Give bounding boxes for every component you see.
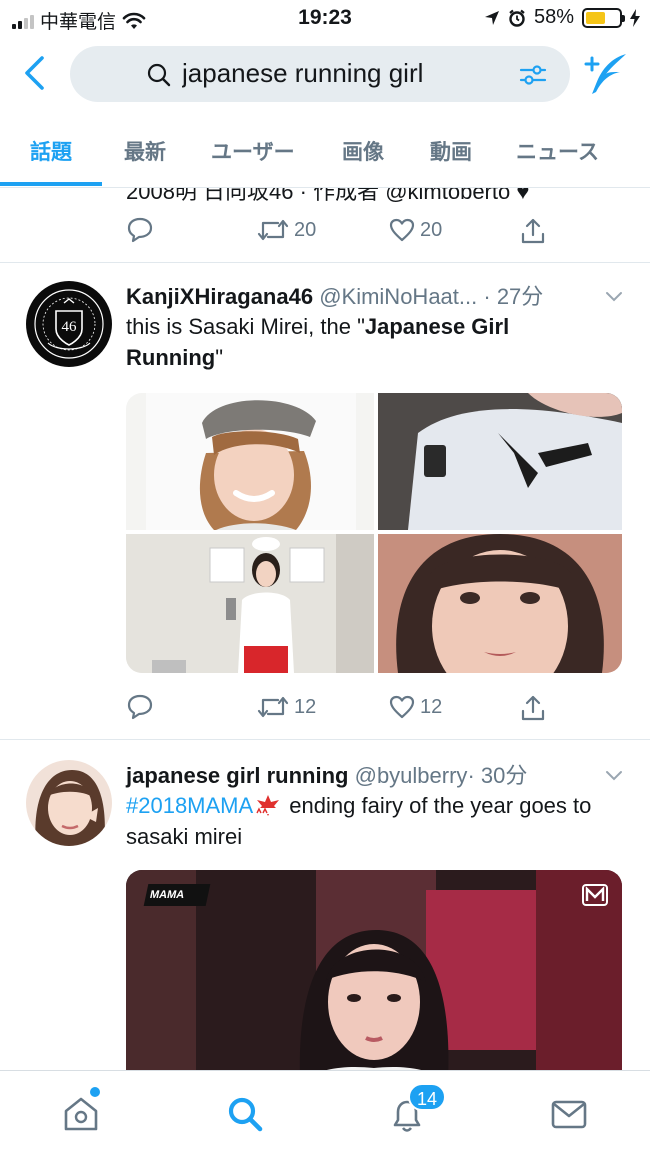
- retweet-button[interactable]: 20: [256, 216, 316, 244]
- status-bar: 中華電信 19:23 58%: [0, 0, 650, 36]
- portrait-photo: [146, 393, 356, 530]
- reply-button[interactable]: [126, 216, 154, 244]
- user-handle[interactable]: @KimiNoHaat...: [319, 284, 477, 309]
- tweet-text: this is Sasaki Mirei, the "Japanese Girl…: [126, 311, 596, 373]
- photo[interactable]: [378, 393, 622, 530]
- tweet-divider: [0, 739, 650, 740]
- kitchen-photo: [126, 534, 374, 673]
- tab-latest[interactable]: 最新: [124, 136, 166, 166]
- avatar[interactable]: 46: [26, 281, 112, 367]
- user-handle[interactable]: @byulberry: [355, 763, 468, 788]
- share-button[interactable]: [518, 216, 548, 246]
- search-icon: [147, 63, 171, 87]
- share-icon: [521, 695, 545, 721]
- share-button[interactable]: [518, 693, 548, 723]
- display-name[interactable]: KanjiXHiragana46: [126, 284, 313, 309]
- photo[interactable]: [378, 534, 622, 673]
- tweet-video[interactable]: MAMA: [126, 870, 622, 1070]
- retweet-count: 12: [294, 695, 317, 718]
- tab-news[interactable]: ニュース: [516, 136, 599, 166]
- avatar[interactable]: [26, 760, 112, 846]
- notification-badge: 14: [408, 1083, 446, 1111]
- search-filter-icon[interactable]: [518, 60, 548, 90]
- mail-icon[interactable]: [548, 1093, 590, 1135]
- retweet-icon: [257, 219, 289, 241]
- like-button[interactable]: 12: [388, 693, 442, 721]
- search-header: [0, 42, 650, 106]
- tweet-header: KanjiXHiragana46 @KimiNoHaat... · 27分: [126, 279, 626, 311]
- back-button[interactable]: [16, 50, 56, 96]
- search-input[interactable]: [182, 58, 512, 89]
- reply-button[interactable]: [126, 693, 154, 721]
- battery-fill: [586, 11, 605, 24]
- user-avatar-photo: [26, 760, 112, 846]
- mama-logo: MAMA: [143, 884, 211, 906]
- battery-percent: 58%: [533, 6, 574, 28]
- mama-hashflag-icon: [256, 795, 281, 816]
- reply-icon: [127, 694, 153, 720]
- tweet-photo-grid[interactable]: [126, 393, 622, 673]
- svg-text:46: 46: [62, 319, 78, 335]
- tweet-text-part: this is Sasaki Mirei, the ": [126, 314, 365, 339]
- search-results-feed[interactable]: 2008明 日向坂46 · 作成者 @kimtoberto ♥ 20 20 46: [0, 188, 650, 1070]
- tweet-time: · 27分: [483, 284, 544, 309]
- search-box[interactable]: [70, 46, 570, 102]
- alarm-icon: [509, 9, 525, 27]
- tab-videos[interactable]: 動画: [430, 136, 472, 166]
- chevron-down-icon[interactable]: [604, 289, 624, 303]
- share-icon: [521, 218, 545, 244]
- tweet-text: #2018MAMA ending fairy of the year goes …: [126, 790, 596, 852]
- tab-people[interactable]: ユーザー: [211, 136, 295, 166]
- location-arrow-icon: [484, 10, 499, 25]
- battery-icon: [582, 7, 625, 28]
- search-tabs: 話題 最新 ユーザー 画像 動画 ニュース: [0, 118, 650, 188]
- like-count: 20: [420, 218, 443, 241]
- uniform-photo: [378, 393, 622, 530]
- tweet-header: japanese girl running @byulberry· 30分: [126, 758, 626, 790]
- tweet-actions: 12 12: [126, 693, 566, 733]
- mnet-logo-icon: [582, 884, 608, 906]
- new-content-dot: [90, 1087, 100, 1097]
- like-button[interactable]: 20: [388, 216, 442, 244]
- compose-tweet-button[interactable]: [582, 50, 630, 98]
- photo[interactable]: [126, 534, 374, 673]
- search-tab-icon[interactable]: [224, 1093, 266, 1135]
- like-count: 12: [420, 695, 443, 718]
- tweet-time: · 30分: [467, 763, 528, 788]
- heart-icon: [389, 218, 415, 242]
- retweet-button[interactable]: 12: [256, 693, 316, 721]
- partial-tweet-text: 2008明 日向坂46 · 作成者 @kimtoberto ♥: [126, 188, 530, 204]
- tweet-divider: [0, 262, 650, 263]
- charging-bolt-icon: [630, 8, 640, 27]
- retweet-count: 20: [294, 218, 317, 241]
- chevron-down-icon[interactable]: [604, 768, 624, 782]
- heart-icon: [389, 695, 415, 719]
- retweet-icon: [257, 696, 289, 718]
- partial-tweet-actions: 20 20: [126, 216, 566, 256]
- home-icon[interactable]: [60, 1093, 102, 1135]
- status-right: 58%: [484, 6, 640, 29]
- tab-top[interactable]: 話題: [30, 136, 72, 166]
- closeup-photo: [378, 534, 622, 673]
- photo[interactable]: [126, 393, 374, 530]
- display-name[interactable]: japanese girl running: [126, 763, 348, 788]
- keyaki-logo-avatar: 46: [26, 281, 112, 367]
- bottom-tab-bar: 14: [0, 1070, 650, 1156]
- tab-photos[interactable]: 画像: [342, 136, 384, 166]
- reply-icon: [127, 217, 153, 243]
- active-tab-indicator: [0, 182, 102, 186]
- tweet-text-part: ": [215, 345, 224, 370]
- hashtag-link[interactable]: #2018MAMA: [126, 793, 253, 818]
